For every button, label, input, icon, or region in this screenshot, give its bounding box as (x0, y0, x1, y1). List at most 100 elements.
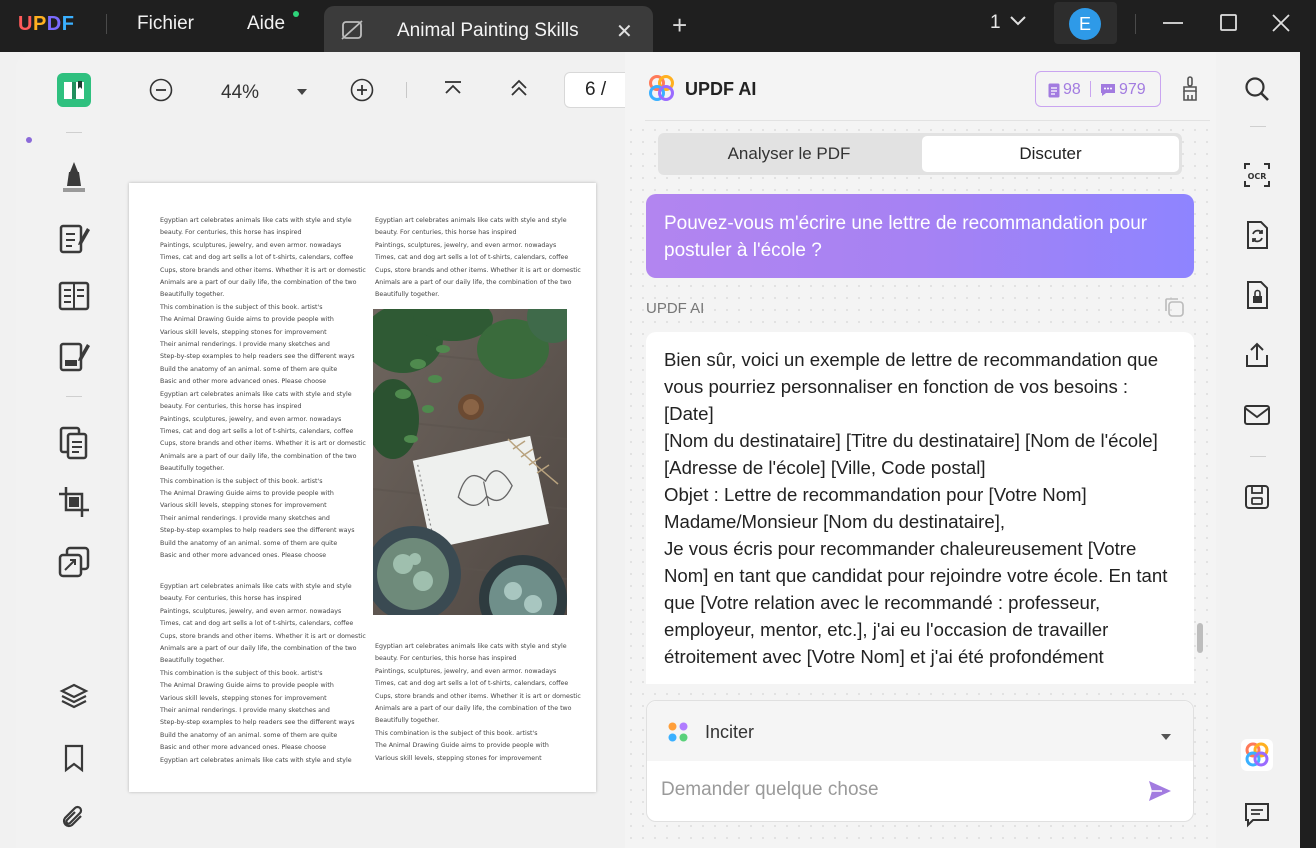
highlighter-icon[interactable] (54, 156, 94, 196)
pdf-text-line: Their animal renderings. I provide many … (160, 707, 330, 715)
chat-credits-count: 979 (1119, 81, 1146, 98)
doc-credits-count: 98 (1063, 81, 1081, 98)
assistant-response: Bien sûr, voici un exemple de lettre de … (646, 332, 1194, 684)
pdf-text-line: Paintings, sculptures, jewelry, and even… (160, 415, 342, 423)
convert-pdf-icon[interactable] (1240, 218, 1274, 252)
ai-title: UPDF AI (685, 79, 757, 99)
bookmark-icon[interactable] (54, 738, 94, 778)
pdf-text-line: Animals are a part of our daily life, th… (160, 452, 357, 460)
pdf-text-line: Build the anatomy of an animal. some of … (160, 365, 338, 373)
menu-fichier[interactable]: Fichier (137, 13, 194, 35)
crop-icon[interactable] (54, 482, 94, 522)
caret-down-icon[interactable] (1160, 728, 1172, 746)
updf-ai-icon[interactable] (1240, 738, 1274, 772)
zoom-toolbar: 44% 6 / (100, 52, 634, 132)
close-window-icon[interactable] (1270, 12, 1292, 39)
organize-icon[interactable] (54, 276, 94, 316)
notification-dot (293, 11, 299, 17)
minimize-icon[interactable] (1162, 12, 1184, 39)
edit-text-icon[interactable] (54, 218, 94, 258)
pdf-text-line: beauty. For centuries, this horse has in… (160, 229, 302, 237)
save-icon[interactable] (1240, 480, 1274, 514)
attachment-icon[interactable] (54, 798, 94, 838)
ask-input[interactable] (661, 779, 1131, 801)
pdf-text-line: Egyptian art celebrates animals like cat… (160, 217, 352, 224)
layers-icon[interactable] (54, 676, 94, 716)
close-tab-icon[interactable]: ✕ (616, 19, 633, 44)
chat-credits: 979 (1100, 81, 1146, 99)
rail-divider (66, 396, 82, 397)
avatar[interactable]: E (1069, 8, 1101, 40)
response-line: Madame/Monsieur [Nom du destinataire], (664, 511, 1006, 532)
pdf-text-line: Paintings, sculptures, jewelry, and even… (375, 241, 557, 249)
pdf-page[interactable]: Egyptian art celebrates animals like cat… (129, 183, 596, 792)
document-tab[interactable]: Animal Painting Skills ✕ (324, 6, 653, 52)
pdf-text-line: The Animal Drawing Guide aims to provide… (160, 682, 334, 690)
credits-badge[interactable]: 98 979 (1035, 71, 1161, 107)
tab-analyser-pdf[interactable]: Analyser le PDF (658, 133, 920, 175)
prompt-selector[interactable]: Inciter (647, 701, 1193, 761)
prompt-composer: Inciter (646, 700, 1194, 822)
app-logo[interactable]: UPDF (18, 13, 74, 36)
zoom-dropdown-icon[interactable] (296, 88, 308, 96)
form-edit-icon[interactable] (54, 336, 94, 376)
pdf-text-line: This combination is the subject of this … (160, 303, 323, 311)
pages-icon[interactable] (54, 422, 94, 462)
pdf-text-line: Egyptian art celebrates animals like cat… (375, 643, 567, 650)
chat-scrollbar[interactable] (1197, 623, 1203, 653)
active-indicator (26, 137, 32, 143)
share-icon[interactable] (1240, 338, 1274, 372)
email-icon[interactable] (1240, 398, 1274, 432)
tab-discuter[interactable]: Discuter (922, 136, 1179, 172)
maximize-icon[interactable] (1218, 12, 1240, 39)
text-column-right-bottom: Egyptian art celebrates animals like cat… (375, 641, 581, 765)
rail-divider (1250, 456, 1266, 457)
zoom-level[interactable]: 44% (221, 82, 259, 104)
copy-icon[interactable] (1163, 296, 1185, 323)
new-tab-button[interactable]: + (672, 12, 687, 38)
pdf-text-line: This combination is the subject of this … (160, 477, 323, 485)
search-icon[interactable] (1240, 72, 1274, 106)
pdf-text-line: Animals are a part of our daily life, th… (160, 645, 357, 653)
document-viewer[interactable]: 44% 6 / Egyptian art celebrates animals … (100, 52, 634, 848)
chevron-down-icon[interactable] (1009, 14, 1027, 32)
document-credit-icon (1048, 83, 1060, 97)
response-line: Objet : Lettre de recommandation pour [V… (664, 484, 1087, 505)
pdf-text-line: Cups, store brands and other items. Whet… (160, 440, 366, 448)
reader-icon[interactable] (54, 70, 94, 110)
pdf-text-line: Paintings, sculptures, jewelry, and even… (160, 607, 342, 615)
send-icon[interactable] (1147, 779, 1173, 808)
pdf-text-line: Beautifully together. (160, 465, 225, 473)
pdf-text-line: Times, cat and dog art sells a lot of t-… (160, 254, 354, 262)
pdf-text-line: Paintings, sculptures, jewelry, and even… (375, 667, 557, 675)
prompt-label: Inciter (705, 722, 755, 742)
pdf-text-line: Times, cat and dog art sells a lot of t-… (375, 254, 569, 262)
comment-icon[interactable] (1240, 798, 1274, 832)
pdf-text-line: Basic and other more advanced ones. Plea… (160, 378, 327, 386)
pdf-text-line: The Animal Drawing Guide aims to provide… (375, 742, 549, 750)
zoom-out-icon[interactable] (149, 78, 173, 102)
page-number-input[interactable]: 6 / (564, 72, 634, 108)
pdf-text-line: Beautifully together. (160, 291, 225, 299)
header-divider (645, 120, 1210, 121)
text-column-right-top: Egyptian art celebrates animals like cat… (375, 215, 581, 302)
response-line: [Date] (664, 403, 714, 424)
clear-chat-icon[interactable] (1181, 76, 1199, 107)
pdf-text-line: beauty. For centuries, this horse has in… (160, 403, 302, 411)
pdf-tab-icon (340, 19, 364, 46)
ocr-icon[interactable]: OCR (1240, 158, 1274, 192)
pdf-text-line: beauty. For centuries, this horse has in… (375, 229, 517, 237)
toolbar-separator (406, 82, 408, 98)
first-page-icon[interactable] (443, 78, 463, 98)
previous-page-icon[interactable] (509, 78, 529, 98)
menu-aide[interactable]: Aide (247, 13, 285, 35)
pdf-text-line: Paintings, sculptures, jewelry, and even… (160, 241, 342, 249)
window-count: 1 (990, 12, 1001, 33)
protect-pdf-icon[interactable] (1240, 278, 1274, 312)
ai-mode-switch: Analyser le PDF Discuter (658, 133, 1182, 175)
text-column-left-top: Egyptian art celebrates animals like cat… (160, 215, 366, 562)
pdf-text-line: Their animal renderings. I provide many … (160, 341, 330, 349)
zoom-in-icon[interactable] (350, 78, 374, 102)
convert-icon[interactable] (54, 542, 94, 582)
pdf-text-line: Various skill levels, stepping stones fo… (160, 502, 327, 510)
